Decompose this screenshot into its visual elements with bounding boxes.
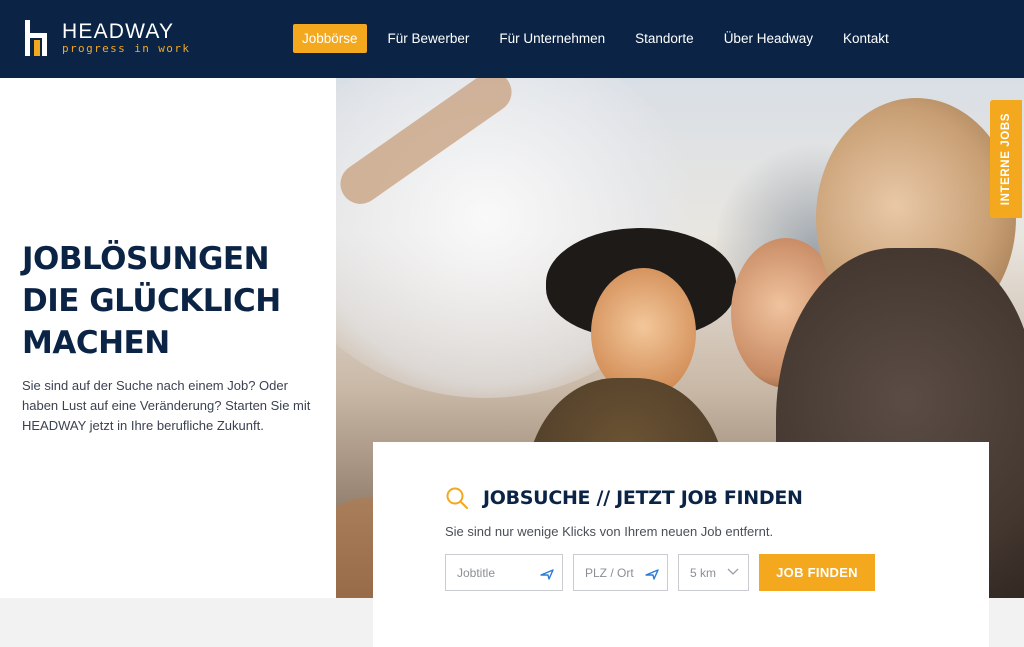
search-heading: JOBSUCHE // JETZT JOB FINDEN bbox=[445, 486, 803, 510]
nav-item-fuer-bewerber[interactable]: Für Bewerber bbox=[379, 24, 479, 53]
main-nav: Jobbörse Für Bewerber Für Unternehmen St… bbox=[293, 24, 910, 53]
job-title-field[interactable] bbox=[445, 554, 563, 591]
nav-item-kontakt[interactable]: Kontakt bbox=[834, 24, 898, 53]
logo-tagline: progress in work bbox=[62, 42, 191, 55]
hero-title-line: MACHEN bbox=[22, 325, 170, 361]
hero-title-line: JOBLÖSUNGEN bbox=[22, 241, 270, 277]
nav-item-jobboerse[interactable]: Jobbörse bbox=[293, 24, 367, 53]
hero-text-panel: JOBLÖSUNGEN DIE GLÜCKLICH MACHEN Sie sin… bbox=[0, 78, 336, 598]
site-header: HEADWAY progress in work Jobbörse Für Be… bbox=[0, 0, 1024, 78]
nav-item-fuer-unternehmen[interactable]: Für Unternehmen bbox=[490, 24, 614, 53]
interne-jobs-label: INTERNE JOBS bbox=[1000, 112, 1012, 206]
nav-item-standorte[interactable]: Standorte bbox=[626, 24, 703, 53]
headway-logo[interactable]: HEADWAY progress in work bbox=[24, 18, 190, 58]
logo-name: HEADWAY bbox=[62, 20, 175, 43]
hero-title: JOBLÖSUNGEN DIE GLÜCKLICH MACHEN bbox=[22, 238, 322, 364]
job-search-card: JOBSUCHE // JETZT JOB FINDEN Sie sind nu… bbox=[373, 442, 989, 647]
logo-mark-icon bbox=[25, 20, 47, 56]
interne-jobs-tab[interactable]: INTERNE JOBS bbox=[990, 100, 1022, 218]
location-arrow-icon[interactable] bbox=[645, 566, 659, 580]
search-icon bbox=[446, 487, 468, 509]
hero-title-line: DIE GLÜCKLICH bbox=[22, 283, 281, 319]
radius-value: 5 km bbox=[690, 565, 717, 580]
search-title: JOBSUCHE // JETZT JOB FINDEN bbox=[483, 487, 803, 509]
nav-item-ueber-headway[interactable]: Über Headway bbox=[715, 24, 822, 53]
job-finden-button[interactable]: JOB FINDEN bbox=[759, 554, 875, 591]
search-subtitle: Sie sind nur wenige Klicks von Ihrem neu… bbox=[445, 524, 774, 539]
location-arrow-icon[interactable] bbox=[540, 566, 554, 580]
radius-select[interactable]: 5 km bbox=[678, 554, 749, 591]
hero-description: Sie sind auf der Suche nach einem Job? O… bbox=[22, 378, 311, 433]
chevron-down-icon bbox=[727, 568, 739, 575]
location-field[interactable] bbox=[573, 554, 668, 591]
